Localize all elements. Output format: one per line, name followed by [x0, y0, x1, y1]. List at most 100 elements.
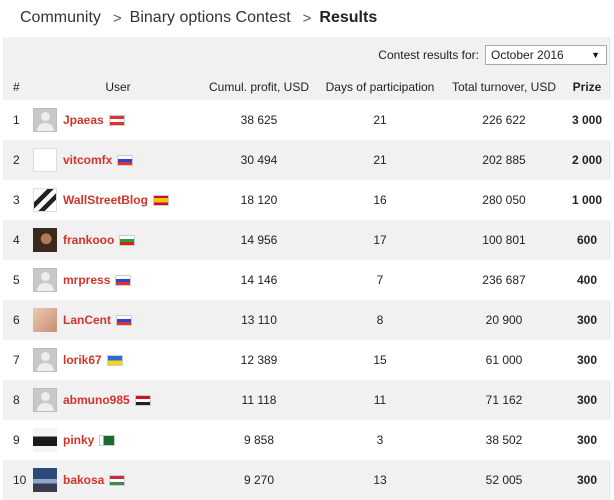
user-cell: Jpaeas	[33, 100, 203, 140]
rank-cell: 3	[3, 180, 33, 220]
russia-flag	[117, 154, 134, 166]
turnover-cell: 38 502	[445, 420, 563, 460]
turnover-cell: 100 801	[445, 220, 563, 260]
photo-avatar[interactable]	[33, 308, 57, 332]
default-avatar-icon[interactable]	[33, 268, 57, 292]
page-title: Results	[319, 9, 378, 26]
avatar-head-shape	[41, 352, 50, 361]
default-avatar-icon[interactable]	[33, 348, 57, 372]
prize-cell: 300	[563, 380, 611, 420]
default-avatar-icon[interactable]	[33, 388, 57, 412]
username-link[interactable]: lorik67	[63, 353, 102, 367]
breadcrumb: Community > Binary options Contest > Res…	[0, 0, 614, 36]
prize-cell: 600	[563, 220, 611, 260]
results-panel: Contest results for: October 2016 ▼ # Us…	[3, 37, 611, 500]
profit-cell: 11 118	[203, 380, 315, 420]
default-avatar-icon[interactable]	[33, 108, 57, 132]
turnover-cell: 202 885	[445, 140, 563, 180]
breadcrumb-separator: >	[112, 9, 122, 27]
ukraine-flag	[106, 354, 123, 366]
rank-cell: 9	[3, 420, 33, 460]
breadcrumb-separator: >	[302, 9, 312, 27]
username-link[interactable]: vitcomfx	[63, 153, 112, 167]
rank-cell: 6	[3, 300, 33, 340]
days-cell: 16	[315, 180, 445, 220]
username-link[interactable]: abmuno985	[63, 393, 130, 407]
days-cell: 21	[315, 140, 445, 180]
table-row: 2 vitcomfx 30 494 21 202 885 2 000	[3, 140, 611, 180]
avatar-body-shape	[37, 363, 54, 371]
table-row: 4 frankooo 14 956 17 100 801 600	[3, 220, 611, 260]
prize-cell: 3 000	[563, 100, 611, 140]
contest-month-value: October 2016	[491, 48, 564, 62]
days-cell: 7	[315, 260, 445, 300]
profit-cell: 30 494	[203, 140, 315, 180]
austria-flag	[108, 114, 125, 126]
prize-cell: 2 000	[563, 140, 611, 180]
prize-cell: 300	[563, 300, 611, 340]
prize-cell: 400	[563, 260, 611, 300]
rank-cell: 10	[3, 460, 33, 500]
prize-cell: 300	[563, 420, 611, 460]
rank-cell: 5	[3, 260, 33, 300]
username-link[interactable]: frankooo	[63, 233, 114, 247]
days-cell: 13	[315, 460, 445, 500]
user-cell: frankooo	[33, 220, 203, 260]
table-row: 6 LanCent 13 110 8 20 900 300	[3, 300, 611, 340]
avatar-body-shape	[37, 403, 54, 411]
table-row: 7 lorik67 12 389 15 61 000 300	[3, 340, 611, 380]
user-cell: mrpress	[33, 260, 203, 300]
turnover-cell: 226 622	[445, 100, 563, 140]
avatar-head-shape	[41, 112, 50, 121]
column-header-profit[interactable]: Cumul. profit, USD	[203, 74, 315, 100]
user-cell: vitcomfx	[33, 140, 203, 180]
column-header-prize[interactable]: Prize	[563, 74, 611, 100]
contest-filter: Contest results for: October 2016 ▼	[378, 45, 607, 65]
prize-cell: 300	[563, 460, 611, 500]
username-link[interactable]: bakosa	[63, 473, 104, 487]
russia-flag	[116, 314, 132, 326]
bull-bear-avatar[interactable]	[33, 188, 57, 212]
column-header-days[interactable]: Days of participation	[315, 74, 445, 100]
table-header-row: # User Cumul. profit, USD Days of partic…	[3, 74, 611, 100]
profit-cell: 18 120	[203, 180, 315, 220]
prize-cell: 300	[563, 340, 611, 380]
username-link[interactable]: mrpress	[63, 273, 110, 287]
fxp-logo-avatar[interactable]	[33, 148, 57, 172]
breadcrumb-contest-link[interactable]: Binary options Contest	[130, 9, 291, 27]
breadcrumb-community-link[interactable]: Community	[20, 9, 101, 27]
days-cell: 15	[315, 340, 445, 380]
username-link[interactable]: LanCent	[63, 313, 111, 327]
profit-cell: 9 858	[203, 420, 315, 460]
username-link[interactable]: pinky	[63, 433, 94, 447]
turnover-cell: 61 000	[445, 340, 563, 380]
rank-cell: 8	[3, 380, 33, 420]
avatar-body-shape	[37, 283, 54, 291]
pakistan-flag	[99, 434, 116, 446]
avatar-head-shape	[41, 272, 50, 281]
table-row: 1 Jpaeas 38 625 21 226 622 3 000	[3, 100, 611, 140]
user-cell: WallStreetBlog	[33, 180, 203, 220]
column-header-user[interactable]: User	[33, 74, 203, 100]
car-avatar[interactable]	[33, 428, 57, 452]
table-row: 8 abmuno985 11 118 11 71 162 300	[3, 380, 611, 420]
rank-cell: 4	[3, 220, 33, 260]
username-link[interactable]: Jpaeas	[63, 113, 104, 127]
landscape-avatar[interactable]	[33, 468, 57, 492]
avatar-body-shape	[37, 123, 54, 131]
profit-cell: 14 146	[203, 260, 315, 300]
column-header-turnover[interactable]: Total turnover, USD	[445, 74, 563, 100]
days-cell: 17	[315, 220, 445, 260]
rank-cell: 7	[3, 340, 33, 380]
profit-cell: 12 389	[203, 340, 315, 380]
contest-month-select[interactable]: October 2016 ▼	[485, 45, 607, 65]
username-link[interactable]: WallStreetBlog	[63, 193, 148, 207]
table-row: 3 WallStreetBlog 18 120 16 280 050 1 000	[3, 180, 611, 220]
portrait-avatar[interactable]	[33, 228, 57, 252]
table-row: 10 bakosa 9 270 13 52 005 300	[3, 460, 611, 500]
user-cell: abmuno985	[33, 380, 203, 420]
column-header-rank[interactable]: #	[3, 74, 33, 100]
turnover-cell: 236 687	[445, 260, 563, 300]
days-cell: 11	[315, 380, 445, 420]
user-cell: pinky	[33, 420, 203, 460]
